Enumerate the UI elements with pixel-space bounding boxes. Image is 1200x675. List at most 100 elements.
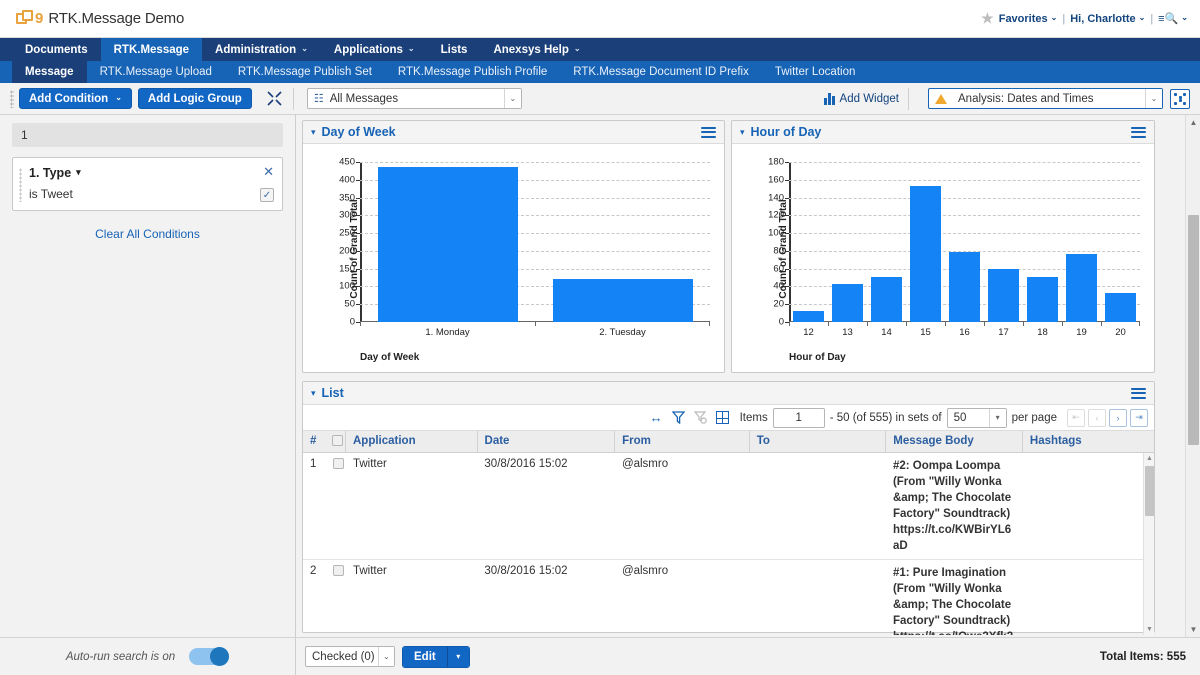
- next-page-button[interactable]: ›: [1109, 409, 1127, 427]
- search-icon[interactable]: ≡🔍: [1158, 12, 1178, 25]
- chart-bar[interactable]: [1105, 293, 1137, 322]
- subnav-item-document-id-prefix[interactable]: RTK.Message Document ID Prefix: [560, 61, 762, 83]
- nav-item-anexsys-help[interactable]: Anexsys Help ⌄: [480, 38, 593, 61]
- add-condition-button[interactable]: Add Condition ⌄: [19, 88, 132, 109]
- y-axis: [360, 162, 362, 322]
- chart-bar[interactable]: [988, 269, 1020, 322]
- app-logo: 9: [16, 10, 43, 28]
- subnav-item-publish-profile[interactable]: RTK.Message Publish Profile: [385, 61, 560, 83]
- chevron-down-icon[interactable]: ⌄: [1145, 89, 1162, 108]
- cell-row-checkbox[interactable]: [325, 453, 345, 560]
- column-header-select-all[interactable]: [325, 431, 345, 452]
- cell-from: @alsmro: [614, 453, 749, 560]
- condition-drag-handle[interactable]: [19, 168, 22, 202]
- nav-item-rtk-message[interactable]: RTK.Message: [101, 38, 202, 61]
- analysis-select[interactable]: Analysis: Dates and Times ⌄: [928, 88, 1163, 109]
- list-vertical-scrollbar[interactable]: ▲ ▼: [1143, 453, 1154, 635]
- user-greeting-link[interactable]: Hi, Charlotte: [1070, 13, 1135, 25]
- chart-bar[interactable]: [871, 277, 903, 322]
- table-row[interactable]: 2 Twitter 30/8/2016 15:02 @alsmro #1: Pu…: [303, 559, 1154, 635]
- cell-to: [749, 559, 886, 635]
- chart-bar[interactable]: [949, 252, 981, 322]
- row-checkbox[interactable]: [333, 565, 344, 576]
- checked-value: Checked (0): [306, 651, 378, 663]
- per-page-label: per page: [1012, 412, 1057, 424]
- column-header-hashtags[interactable]: Hashtags: [1022, 431, 1154, 452]
- remove-condition-icon[interactable]: ✕: [263, 165, 274, 178]
- page-vertical-scrollbar[interactable]: ▲ ▼: [1185, 115, 1200, 637]
- autorun-toggle[interactable]: [189, 648, 229, 665]
- chart-bar[interactable]: [832, 284, 864, 322]
- toolbar-grip-handle[interactable]: [10, 90, 14, 108]
- collapse-triangle-icon[interactable]: ▾: [740, 127, 745, 138]
- row-checkbox[interactable]: [333, 458, 344, 469]
- condition-card[interactable]: 1. Type ▾ ✕ is Tweet ✓: [12, 157, 283, 211]
- chart-bar[interactable]: [910, 186, 942, 322]
- chart-bar[interactable]: [1027, 277, 1059, 322]
- page-scroll-up-icon[interactable]: ▲: [1186, 115, 1200, 130]
- nav-item-administration[interactable]: Administration ⌄: [202, 38, 321, 61]
- subnav-item-message[interactable]: Message: [12, 61, 87, 83]
- chevron-down-icon[interactable]: ⌄: [378, 647, 394, 666]
- saved-search-select[interactable]: ☷ All Messages ⌄: [307, 88, 522, 109]
- page-scrollbar-thumb[interactable]: [1188, 215, 1199, 445]
- subnav-item-rtk-message-upload[interactable]: RTK.Message Upload: [87, 61, 225, 83]
- condition-title[interactable]: 1. Type ▾: [29, 166, 273, 180]
- cell-row-checkbox[interactable]: [325, 559, 345, 635]
- column-header-from[interactable]: From: [615, 431, 750, 452]
- checked-select[interactable]: Checked (0) ⌄: [305, 646, 395, 667]
- search-chevron-down-icon[interactable]: ⌄: [1181, 13, 1188, 22]
- collapse-triangle-icon[interactable]: ▾: [311, 127, 316, 138]
- chevron-down-icon[interactable]: ⌄: [504, 89, 521, 108]
- widget-menu-icon[interactable]: [1131, 124, 1146, 140]
- layout-options-button[interactable]: [1170, 89, 1190, 109]
- chart-bar[interactable]: [793, 311, 825, 322]
- subnav-item-twitter-location[interactable]: Twitter Location: [762, 61, 869, 83]
- widget-menu-icon[interactable]: [1131, 385, 1146, 401]
- select-all-checkbox[interactable]: [332, 435, 343, 446]
- column-header-message-body[interactable]: Message Body: [886, 431, 1023, 452]
- chart-bar[interactable]: [553, 279, 693, 322]
- filter-icon[interactable]: [672, 411, 685, 424]
- first-page-button[interactable]: ⇤: [1067, 409, 1085, 427]
- add-widget-button[interactable]: Add Widget: [824, 92, 899, 105]
- favorites-star-icon[interactable]: ★: [981, 10, 994, 27]
- x-axis-label: Hour of Day: [789, 352, 846, 363]
- scroll-up-icon[interactable]: ▲: [1144, 453, 1154, 464]
- nav-item-documents[interactable]: Documents: [12, 38, 101, 61]
- clear-filter-icon[interactable]: [694, 411, 707, 424]
- condition-enabled-checkbox[interactable]: ✓: [260, 188, 274, 202]
- y-axis-tick: 60: [773, 263, 784, 274]
- add-logic-group-button[interactable]: Add Logic Group: [138, 88, 252, 109]
- nav-item-lists[interactable]: Lists: [428, 38, 481, 61]
- collapse-triangle-icon[interactable]: ▾: [311, 388, 316, 399]
- page-number-input[interactable]: [773, 408, 825, 428]
- column-header-to[interactable]: To: [749, 431, 886, 452]
- x-axis-tick: 14: [881, 327, 892, 338]
- page-size-select[interactable]: 50 ▾: [947, 408, 1007, 428]
- chevron-down-icon[interactable]: ▾: [989, 409, 1006, 427]
- chart-bar[interactable]: [1066, 254, 1098, 322]
- favorites-chevron-down-icon[interactable]: ⌄: [1051, 13, 1058, 22]
- grid-view-icon[interactable]: [716, 411, 729, 424]
- resize-columns-icon[interactable]: ↔: [650, 410, 663, 425]
- edit-button[interactable]: Edit ▾: [402, 646, 470, 668]
- widget-menu-icon[interactable]: [701, 124, 716, 140]
- chart-bar[interactable]: [378, 167, 518, 322]
- column-header-application[interactable]: Application: [345, 431, 477, 452]
- user-chevron-down-icon[interactable]: ⌄: [1139, 13, 1146, 22]
- favorites-link[interactable]: Favorites: [999, 13, 1048, 25]
- collapse-all-icon[interactable]: [266, 90, 284, 108]
- nav-item-applications[interactable]: Applications ⌄: [321, 38, 428, 61]
- clear-all-conditions-link[interactable]: Clear All Conditions: [0, 227, 295, 241]
- scroll-down-icon[interactable]: ▼: [1144, 624, 1154, 635]
- table-row[interactable]: 1 Twitter 30/8/2016 15:02 @alsmro #2: Oo…: [303, 453, 1154, 560]
- edit-chevron-down-icon[interactable]: ▾: [447, 647, 469, 667]
- column-header-date[interactable]: Date: [477, 431, 615, 452]
- subnav-item-publish-set[interactable]: RTK.Message Publish Set: [225, 61, 385, 83]
- last-page-button[interactable]: ⇥: [1130, 409, 1148, 427]
- scrollbar-thumb[interactable]: [1145, 466, 1154, 516]
- previous-page-button[interactable]: ‹: [1088, 409, 1106, 427]
- column-header-number[interactable]: #: [303, 431, 325, 452]
- page-scroll-down-icon[interactable]: ▼: [1186, 622, 1200, 637]
